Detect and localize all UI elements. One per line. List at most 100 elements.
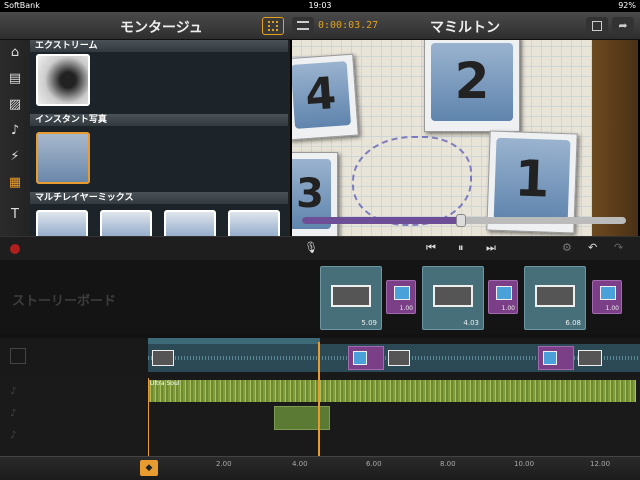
home-icon[interactable]: ⌂ [6,44,24,62]
edit-button[interactable] [586,17,608,35]
status-bar: SoftBank 19:03 92% [0,0,640,12]
clip-duration: 5.09 [361,319,377,327]
theme-thumbnail-instant-photo[interactable] [36,132,90,184]
transition-icon[interactable]: ⚡ [6,148,24,166]
ruler-tick: 12.00 [590,460,611,468]
theme-library: エクストリーム インスタント写真 マルチレイヤーミックス [30,40,288,236]
card-number: 4 [292,61,352,129]
timeline-clip-thumbnail[interactable] [152,350,174,366]
undo-icon[interactable]: ↶ [588,241,597,254]
music-track-icon: ♪ [10,386,17,397]
audio-track-label: Ultra Soul [150,380,180,387]
theme-thumbnail-multilayer[interactable] [228,210,280,236]
audio-track[interactable]: Ultra Soul [148,380,636,402]
card-number: 2 [431,43,513,121]
storyboard-transition[interactable]: 1.00 [592,280,622,314]
transition-thumbnail [600,286,616,300]
share-button[interactable]: ➦ [612,17,634,35]
sidebar: ⌂ ▤ ▨ ♪ ⚡ ▦ T [0,40,30,236]
microphone-icon[interactable]: 🎙 [304,241,318,254]
grid-icon [268,21,278,31]
card-number: 1 [493,137,571,223]
storyboard-clip[interactable]: 6.08 [524,266,586,330]
app-window: SoftBank 19:03 92% モンタージュ 0:00:03.27 マミル… [0,0,640,480]
clip-duration: 4.03 [463,319,479,327]
transition-duration: 1.00 [501,305,515,312]
scrubber-knob[interactable] [455,214,466,227]
preview-scrubber[interactable] [302,214,626,227]
scrubber-progress [302,217,461,224]
storyboard-clip[interactable]: 4.03 [422,266,484,330]
theme-title: マミルトン [430,20,500,36]
time-ruler[interactable]: 2.00 4.00 6.00 8.00 10.00 12.00 [0,456,640,480]
toolbar: モンタージュ 0:00:03.27 マミルトン ➦ [0,12,640,40]
storyboard-transition[interactable]: 1.00 [386,280,416,314]
clip-thumbnail [535,285,575,307]
edit-icon [592,21,602,31]
timeline-transition[interactable] [348,346,384,370]
timeline-clip-thumbnail[interactable] [388,350,410,366]
share-icon: ➦ [618,19,628,32]
clock: 19:03 [308,1,332,10]
photo-card: 4 [292,53,359,141]
storyboard-label: ストーリーボード [12,294,117,309]
grid-view-button[interactable] [262,17,284,35]
settings-icon[interactable]: ⚙ [562,241,572,254]
theme-thumbnail-extreme[interactable] [36,54,90,106]
music-icon[interactable]: ♪ [6,122,24,140]
doodle-decoration [352,136,472,226]
clip-icon[interactable]: ▤ [6,70,24,88]
ruler-tick: 8.00 [440,460,456,468]
theme-icon[interactable]: ▦ [6,174,24,192]
timeline-start-line [148,378,149,464]
theme-thumbnail-multilayer[interactable] [164,210,216,236]
timecode: 0:00:03.27 [318,20,379,31]
storyboard-transition[interactable]: 1.00 [488,280,518,314]
desk-edge [592,40,638,236]
transition-duration: 1.00 [605,305,619,312]
transition-thumbnail [543,351,557,365]
preview-frame: 4 2 1 3 [292,40,638,236]
drag-handle-icon: ◆ [145,463,153,473]
clip-range-marker [148,338,320,344]
video-track-icon [10,348,26,364]
redo-icon[interactable]: ↷ [614,241,623,254]
pause-icon[interactable]: ⏸ [458,241,464,255]
storyboard[interactable]: ストーリーボード 5.09 1.00 4.03 1.00 6.08 1.00 [0,260,640,334]
timeline-handle[interactable]: ◆ [140,460,158,476]
skip-back-icon[interactable]: ⏮ [426,241,436,255]
section-header: マルチレイヤーミックス [30,192,288,204]
music-track-icon: ♪ [10,408,17,419]
storyboard-clip[interactable]: 5.09 [320,266,382,330]
ruler-tick: 6.00 [366,460,382,468]
transition-thumbnail [353,351,367,365]
sound-effect-clip[interactable] [274,406,330,430]
playhead[interactable] [318,342,320,456]
section-header: エクストリーム [30,40,288,52]
timeline-transition[interactable] [538,346,574,370]
record-icon[interactable] [10,244,20,254]
theme-thumbnail-multilayer[interactable] [36,210,88,236]
list-view-button[interactable] [292,17,314,35]
ruler-tick: 2.00 [216,460,232,468]
list-icon [297,21,309,30]
photo-card: 2 [424,40,520,132]
battery-label: 92% [618,1,636,10]
clip-duration: 6.08 [565,319,581,327]
video-preview[interactable]: 4 2 1 3 [290,40,640,236]
music-track-icon: ♪ [10,430,17,441]
theme-thumbnail-multilayer[interactable] [100,210,152,236]
clip-thumbnail [433,285,473,307]
project-title: モンタージュ [120,20,203,36]
transition-thumbnail [496,286,512,300]
transition-duration: 1.00 [399,305,413,312]
clip-thumbnail [331,285,371,307]
ruler-tick: 4.00 [292,460,308,468]
timeline-clip-thumbnail[interactable] [578,350,602,366]
skip-forward-icon[interactable]: ⏭ [486,241,496,255]
section-header: インスタント写真 [30,114,288,126]
title-icon[interactable]: T [6,206,24,224]
transition-thumbnail [394,286,410,300]
photo-icon[interactable]: ▨ [6,96,24,114]
transport-bar: 🎙 ⏮ ⏸ ⏭ ⚙ ↶ ↷ [0,236,640,260]
